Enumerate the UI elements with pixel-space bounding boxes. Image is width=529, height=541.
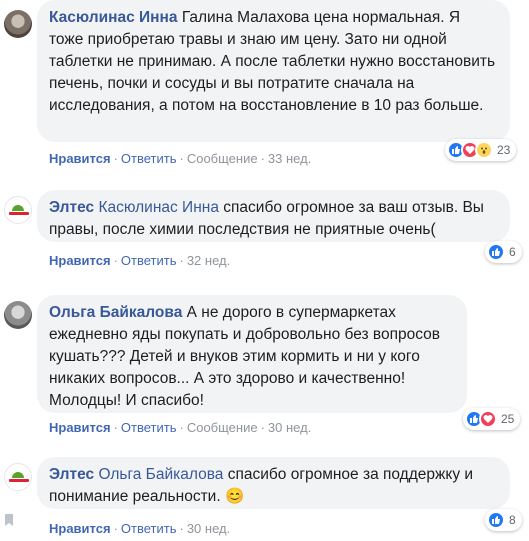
comment-timestamp[interactable]: 32 нед. xyxy=(187,253,230,268)
mention-link[interactable]: Ольга Байкалова xyxy=(98,466,223,483)
comment-actions: Нравится · Ответить · 32 нед. xyxy=(49,253,231,268)
comment-bubble: Элтес Ольга Байкалова спасибо огромное з… xyxy=(37,457,510,509)
reply-button[interactable]: Ответить xyxy=(121,253,177,268)
comment-timestamp[interactable]: 30 нед. xyxy=(268,420,311,435)
comment-timestamp[interactable]: 30 нед. xyxy=(187,521,230,536)
like-button[interactable]: Нравится xyxy=(49,521,111,536)
like-icon xyxy=(487,243,505,261)
comment-author[interactable]: Элтес xyxy=(49,199,94,216)
avatar[interactable] xyxy=(4,10,32,38)
comment-actions: Нравится · Ответить · Сообщение · 30 нед. xyxy=(49,420,312,435)
comment-bubble: Элтес Касюлинас Инна спасибо огромное за… xyxy=(37,190,510,242)
comment-author[interactable]: Касюлинас Инна xyxy=(49,9,178,26)
comment-actions: Нравится · Ответить · 30 нед. xyxy=(49,521,231,536)
reactions-summary[interactable]: 23 xyxy=(445,139,517,161)
reaction-count: 8 xyxy=(509,513,516,527)
comment-actions: Нравится · Ответить · Сообщение · 33 нед. xyxy=(49,151,312,166)
like-icon xyxy=(487,511,505,529)
message-button[interactable]: Сообщение xyxy=(187,151,258,166)
reply-button[interactable]: Ответить xyxy=(121,151,177,166)
love-icon xyxy=(479,410,497,428)
avatar[interactable] xyxy=(4,301,32,329)
wow-icon xyxy=(475,141,493,159)
reply-button[interactable]: Ответить xyxy=(121,420,177,435)
reply-button[interactable]: Ответить xyxy=(121,521,177,536)
comment-timestamp[interactable]: 33 нед. xyxy=(268,151,311,166)
avatar[interactable] xyxy=(4,463,32,491)
like-button[interactable]: Нравится xyxy=(49,253,111,268)
reactions-summary[interactable]: 6 xyxy=(485,241,522,263)
reaction-count: 25 xyxy=(501,412,515,426)
like-button[interactable]: Нравится xyxy=(49,151,111,166)
smile-emoji: 😊 xyxy=(224,488,245,505)
avatar[interactable] xyxy=(4,196,32,224)
comment-bubble: Ольга Байкалова А не дорого в супермарке… xyxy=(37,295,467,413)
message-button[interactable]: Сообщение xyxy=(187,420,258,435)
reactions-summary[interactable]: 8 xyxy=(485,509,522,531)
reactions-summary[interactable]: 25 xyxy=(463,408,521,430)
comment-author[interactable]: Элтес xyxy=(49,466,94,483)
like-button[interactable]: Нравится xyxy=(49,420,111,435)
reaction-count: 6 xyxy=(509,245,516,259)
comment-author[interactable]: Ольга Байкалова xyxy=(49,304,182,321)
mention-link[interactable]: Касюлинас Инна xyxy=(98,199,219,216)
reaction-count: 23 xyxy=(497,143,511,157)
bookmark-icon[interactable] xyxy=(4,514,14,526)
comment-bubble: Касюлинас Инна Галина Малахова цена норм… xyxy=(37,0,510,142)
